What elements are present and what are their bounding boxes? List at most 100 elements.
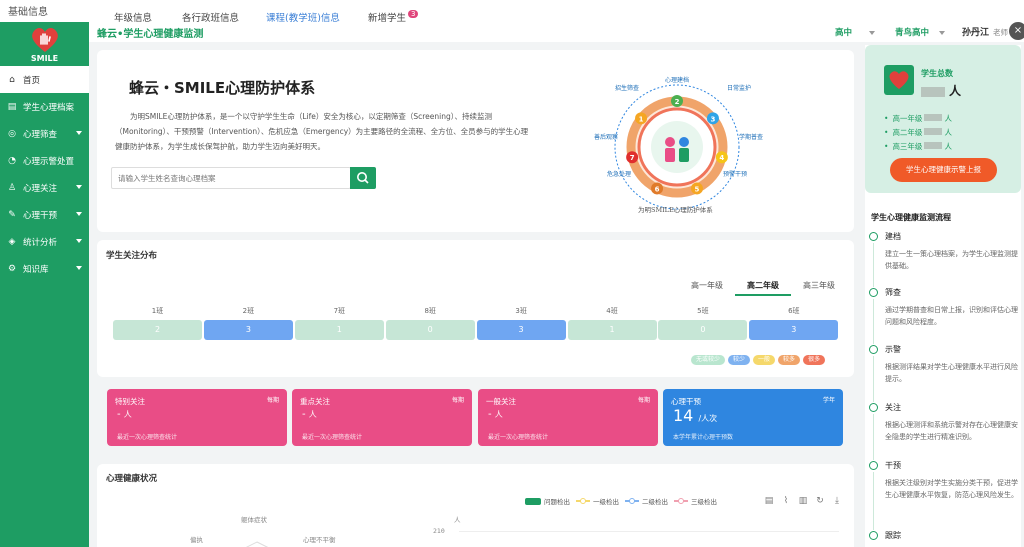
sidebar-item-knowledge[interactable]: ⚙ 知识库 [0,255,89,282]
radar-label: 偏执 [190,536,203,544]
chevron-down-icon [939,31,945,35]
stat-value: - 人 [302,409,317,420]
school-select[interactable]: 青鸟高中 [895,26,929,38]
sidebar-item-label: 心理干预 [23,210,58,221]
legend-item[interactable]: 问题检出 [525,496,570,506]
step-dot [869,461,878,470]
sidebar-item-warning[interactable]: ◔ 心理示警处置 [0,147,89,174]
sidebar-item-attention[interactable]: ♙ 心理关注 [0,174,89,201]
stat-card[interactable]: 重点关注 每期 - 人最近一次心理筛查统计 [292,389,472,446]
tab-grade-3[interactable]: 高三年级 [791,278,847,296]
step-name: 筛查 [885,288,901,297]
close-icon[interactable]: × [1009,22,1024,40]
stat-note: 最近一次心理筛查统计 [302,434,363,441]
logo-text: SMILE [30,54,59,63]
chevron-down-icon [869,31,875,35]
legend-item[interactable]: 三级检出 [674,496,717,506]
heart-hand-icon [32,28,58,52]
stat-card[interactable]: 特别关注 每期 - 人最近一次心理筛查统计 [107,389,287,446]
class-cell[interactable]: 1班 2 [113,306,202,340]
header-bar: 蜂云•学生心理健康监测 高中 青鸟高中 孙丹江 老师 × [89,22,1024,42]
diagram-caption: 为明SMILE心理防护体系 [638,206,713,214]
diagram-label-6: 危急处理 [607,171,632,178]
masked-value [924,142,943,149]
class-cell[interactable]: 4班 1 [567,306,657,340]
legend-chip: 很多 [803,355,826,365]
stat-unit: 人 [123,410,132,419]
chevron-down-icon [76,131,82,135]
grade-label: 高一年级 [892,114,923,123]
line-icon[interactable]: ⌇ [781,496,791,506]
step-name: 干预 [885,461,901,470]
doc-icon[interactable]: ▤ [764,496,774,506]
step-connector [873,356,874,402]
grade-tabs: 高一年级 高二年级 高三年级 [679,278,847,296]
search-button[interactable] [350,167,376,189]
grade-label: 高二年级 [892,128,923,137]
diagram-label-5: 预警干预 [723,171,748,178]
legend-item[interactable]: 一级检出 [576,496,619,506]
legend-line [625,498,639,504]
legend-item[interactable]: 二级检出 [625,496,668,506]
search-input[interactable] [111,167,351,189]
total-value: 人 [921,82,961,99]
sidebar-item-archive[interactable]: ▤ 学生心理档案 [0,93,89,120]
stage-select[interactable]: 高中 [835,26,852,38]
legend-swatch [525,497,541,505]
diagram-node-number: 4 [719,154,724,162]
refresh-icon[interactable]: ↻ [815,496,825,506]
class-cell[interactable]: 2班 3 [203,306,293,340]
step-desc: 通过学期普查和日常上报，识别和评估心理问题和风险程度。 [885,306,1018,326]
health-title: 心理健康状况 [106,474,158,484]
legend-label: 二级检出 [642,498,668,506]
stat-card[interactable]: 一般关注 每期 - 人最近一次心理筛查统计 [478,389,658,446]
bell-icon: ◔ [8,155,16,166]
step-dot [869,288,878,297]
step-name: 建档 [885,232,901,241]
smile-system-diagram: 1 2 3 4 5 6 7 [614,84,740,210]
sidebar-item-statistics[interactable]: ◈ 统计分析 [0,228,89,255]
class-cell[interactable]: 3班 3 [476,306,566,340]
class-cell[interactable]: 5班 0 [658,306,748,340]
diagram-label-4: 学期普查 [739,134,764,141]
tab-grade-1[interactable]: 高一年级 [679,278,735,296]
step-connector [873,472,874,530]
stat-unit: 人 [308,410,317,419]
sidebar-item-intervention[interactable]: ✎ 心理干预 [0,201,89,228]
masked-value [921,86,945,97]
step-desc: 根据心理测评和系统示警对存在心理健康安全隐患的学生进行精准识别。 [885,421,1018,441]
stat-unit: 人 [494,410,503,419]
class-cell[interactable]: 8班 0 [385,306,475,340]
user-name[interactable]: 孙丹江 [962,25,989,38]
step-desc: 根据测评结果对学生心理健康水平进行风险提示。 [885,363,1018,383]
tab-grade-2[interactable]: 高二年级 [735,278,791,296]
download-icon[interactable]: ⤓ [832,496,842,506]
class-count: 3 [203,320,293,340]
report-warning-button[interactable]: 学生心理健康示警上报 [890,158,997,182]
class-count: 3 [749,320,839,340]
radar-chart [245,541,269,547]
location-icon: ◎ [8,128,16,139]
stat-value: - 人 [488,409,503,420]
y-axis-unit: 人 [454,516,461,524]
diagram-label-3: 日常监护 [727,85,752,92]
stat-period: 学年 [822,397,835,404]
step-dot [869,232,878,241]
stat-card[interactable]: 心理干预 学年 14 /人次 本学年累计心理干预数 [663,389,843,446]
class-cell[interactable]: 6班 3 [749,306,839,340]
class-cell[interactable]: 7班 1 [294,306,384,340]
stat-note: 最近一次心理筛查统计 [117,434,178,441]
sidebar-item-home[interactable]: ⌂ 首页 [0,66,89,93]
sidebar-item-label: 心理示警处置 [23,156,75,167]
stat-title: 特别关注 [115,397,145,406]
sidebar-item-screening[interactable]: ◎ 心理筛查 [0,120,89,147]
masked-value [924,114,943,121]
chart-toolbox: ▤ ⌇ ▥ ↻ ⤓ [764,496,849,506]
distribution-card: 学生关注分布 高一年级 高二年级 高三年级 1班 2 2班 3 7班 1 8班 0 3班 3 4班 1… [97,240,854,377]
class-name: 7班 [333,307,346,315]
sidebar-item-label: 知识库 [23,264,49,275]
class-count: 1 [294,320,384,340]
legend-chip: 一般 [753,355,776,365]
y-axis-max: 210 [433,527,445,535]
bar-icon[interactable]: ▥ [798,496,808,506]
